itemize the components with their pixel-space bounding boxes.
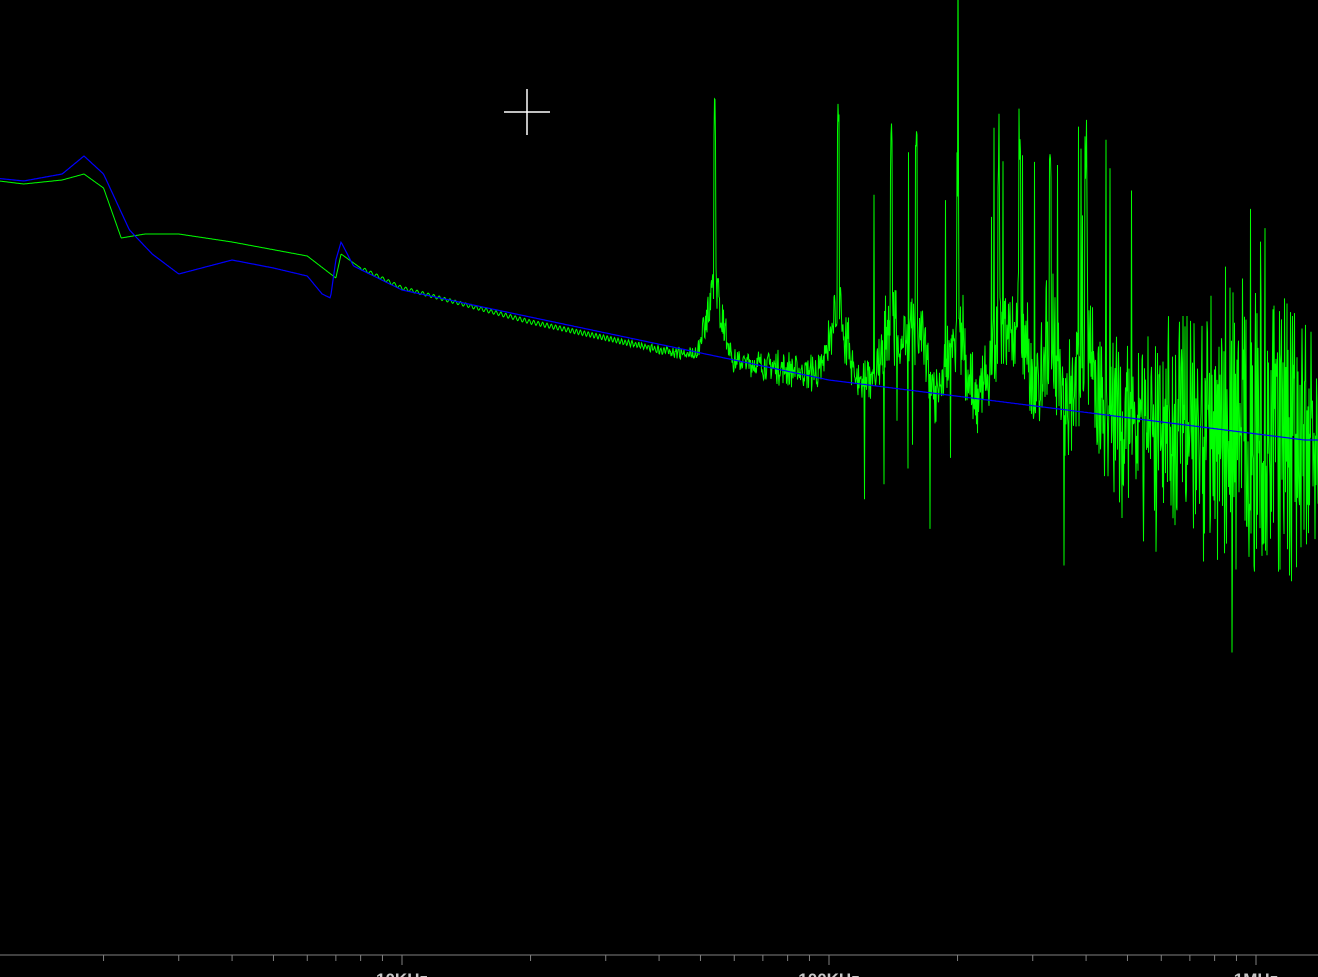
plot-background [0, 0, 1318, 977]
x-tick-label: 1MHz [1234, 970, 1278, 977]
x-tick-label: 10KHz [376, 970, 428, 977]
x-tick-label: 100KHz [798, 970, 859, 977]
chart-plot[interactable]: 10KHz 100KHz 1MHz [0, 0, 1318, 977]
